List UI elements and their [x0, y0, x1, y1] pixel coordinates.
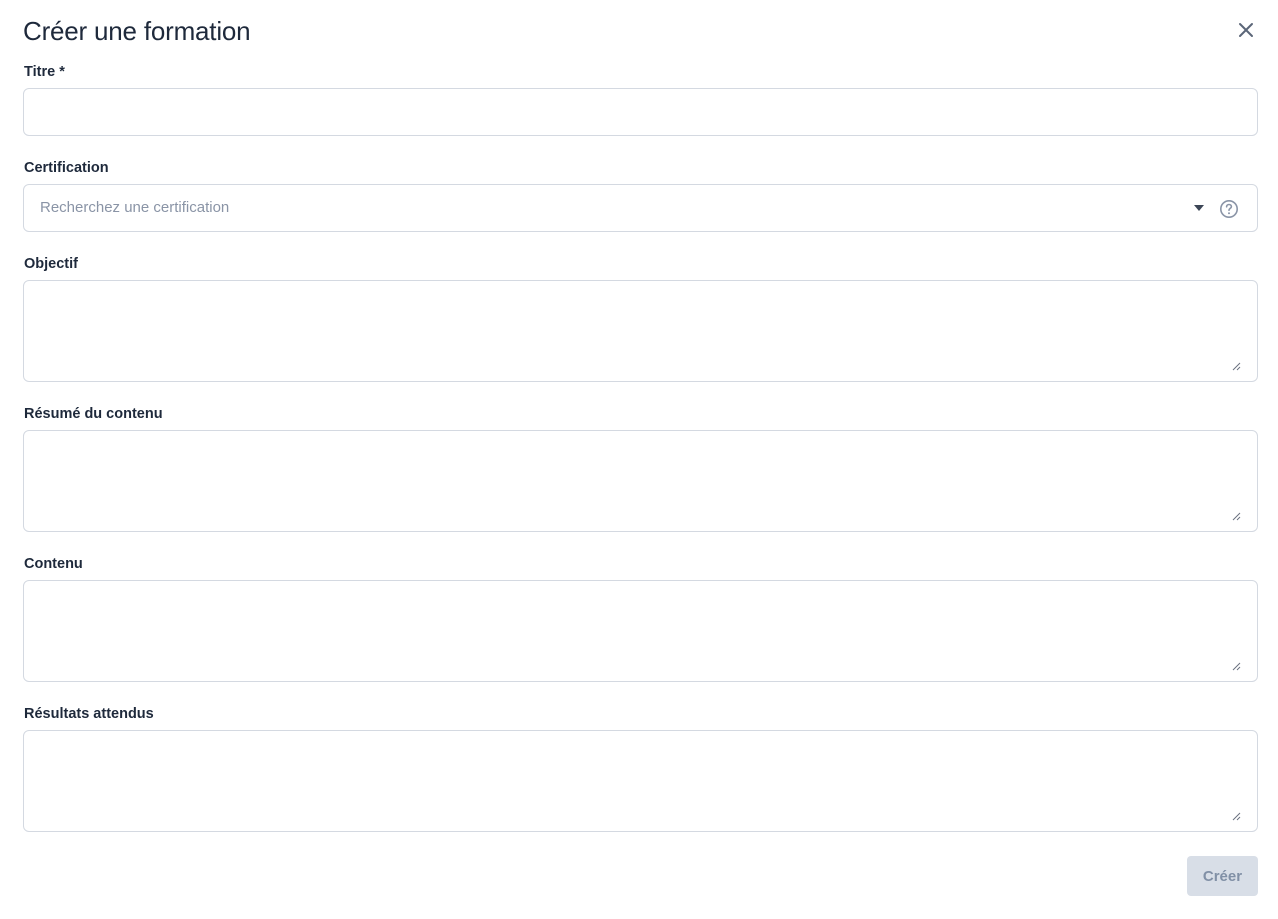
certification-label: Certification	[24, 160, 109, 176]
caret-down-icon[interactable]	[1194, 205, 1204, 211]
objectif-textarea[interactable]	[24, 281, 1257, 381]
resume-label: Résumé du contenu	[24, 406, 163, 422]
titre-input[interactable]	[24, 89, 1257, 135]
objectif-field-box	[23, 280, 1258, 382]
question-circle-icon[interactable]	[1219, 199, 1239, 219]
resultats-textarea[interactable]	[24, 731, 1257, 831]
titre-label: Titre *	[24, 64, 65, 80]
create-button[interactable]: Créer	[1187, 856, 1258, 896]
contenu-label: Contenu	[24, 556, 83, 572]
dialog-title: Créer une formation	[23, 16, 251, 46]
close-icon	[1239, 23, 1253, 37]
resume-textarea[interactable]	[24, 431, 1257, 531]
resize-grip-icon[interactable]	[1232, 362, 1241, 371]
resize-grip-icon[interactable]	[1232, 812, 1241, 821]
resize-grip-icon[interactable]	[1232, 662, 1241, 671]
certification-select[interactable]: Recherchez une certification	[23, 184, 1258, 232]
resume-field-box	[23, 430, 1258, 532]
resize-grip-icon[interactable]	[1232, 512, 1241, 521]
contenu-textarea[interactable]	[24, 581, 1257, 681]
close-button[interactable]	[1234, 18, 1258, 42]
contenu-field-box	[23, 580, 1258, 682]
resultats-label: Résultats attendus	[24, 706, 154, 722]
certification-placeholder: Recherchez une certification	[40, 199, 230, 216]
titre-field-box	[23, 88, 1258, 136]
resultats-field-box	[23, 730, 1258, 832]
create-training-dialog: Créer une formation Titre * Certificatio…	[0, 0, 1278, 919]
objectif-label: Objectif	[24, 256, 78, 272]
